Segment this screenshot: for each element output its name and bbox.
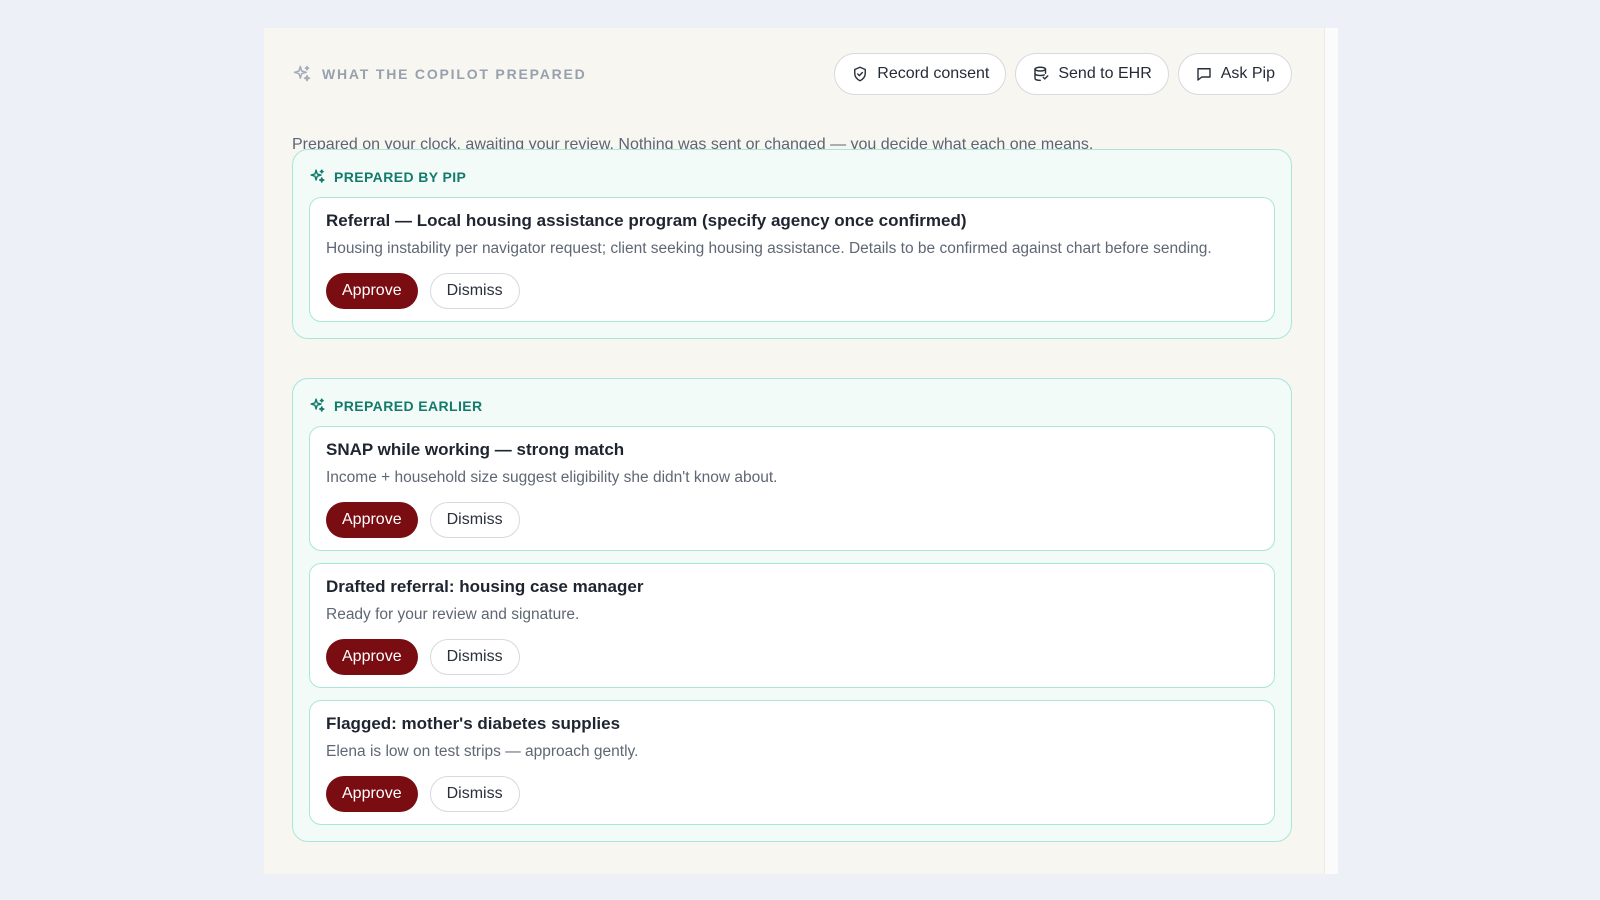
record-consent-label: Record consent (877, 65, 990, 82)
approve-button[interactable]: Approve (326, 639, 418, 675)
suggestion-card: Flagged: mother's diabetes supplies Elen… (309, 700, 1275, 825)
section-prepared-earlier: PREPARED EARLIER SNAP while working — st… (292, 378, 1292, 842)
dismiss-button[interactable]: Dismiss (429, 639, 520, 675)
panel-scroll-edge (1324, 28, 1338, 874)
shield-check-icon (851, 65, 869, 83)
card-title: Referral — Local housing assistance prog… (326, 211, 967, 230)
ask-pip-button[interactable]: Ask Pip (1177, 53, 1292, 95)
card-title: SNAP while working — strong match (326, 440, 625, 459)
sparkle-icon (309, 397, 326, 414)
sparkle-icon (309, 168, 326, 185)
dismiss-button[interactable]: Dismiss (429, 502, 520, 538)
section-label-text: PREPARED EARLIER (334, 397, 483, 414)
card-actions: Approve Dismiss (326, 776, 1258, 812)
header-title-group: WHAT THE COPILOT PREPARED (292, 64, 587, 84)
panel-title: WHAT THE COPILOT PREPARED (322, 66, 587, 82)
approve-button[interactable]: Approve (326, 273, 418, 309)
card-title: Drafted referral: housing case manager (326, 577, 644, 596)
card-actions: Approve Dismiss (326, 639, 1258, 675)
card-description: Housing instability per navigator reques… (326, 240, 1212, 257)
suggestion-card: Drafted referral: housing case manager R… (309, 563, 1275, 688)
header-actions: Record consent Send to EHR Ask Pip (834, 53, 1292, 95)
record-consent-button[interactable]: Record consent (834, 53, 1007, 95)
dismiss-button[interactable]: Dismiss (429, 776, 520, 812)
panel-header: WHAT THE COPILOT PREPARED Record consent (292, 53, 1292, 95)
section-label: PREPARED BY PIP (309, 168, 1275, 185)
send-to-ehr-label: Send to EHR (1058, 65, 1152, 82)
card-description: Ready for your review and signature. (326, 606, 580, 623)
section-label-text: PREPARED BY PIP (334, 168, 467, 185)
card-title: Flagged: mother's diabetes supplies (326, 714, 621, 733)
suggestion-card: SNAP while working — strong match Income… (309, 426, 1275, 551)
card-description: Elena is low on test strips — approach g… (326, 743, 639, 760)
section-label: PREPARED EARLIER (309, 397, 1275, 414)
send-to-ehr-button[interactable]: Send to EHR (1015, 53, 1169, 95)
copilot-panel: WHAT THE COPILOT PREPARED Record consent (264, 28, 1324, 874)
message-square-icon (1195, 65, 1213, 83)
database-icon (1032, 65, 1050, 83)
card-description: Income + household size suggest eligibil… (326, 469, 778, 486)
card-actions: Approve Dismiss (326, 502, 1258, 538)
suggestion-card: Referral — Local housing assistance prog… (309, 197, 1275, 322)
approve-button[interactable]: Approve (326, 776, 418, 812)
sparkle-icon (292, 64, 312, 84)
ask-pip-label: Ask Pip (1220, 65, 1275, 82)
approve-button[interactable]: Approve (326, 502, 418, 538)
section-prepared-by-pip: PREPARED BY PIP Referral — Local housing… (292, 149, 1292, 339)
dismiss-button[interactable]: Dismiss (429, 273, 520, 309)
card-actions: Approve Dismiss (326, 273, 1258, 309)
